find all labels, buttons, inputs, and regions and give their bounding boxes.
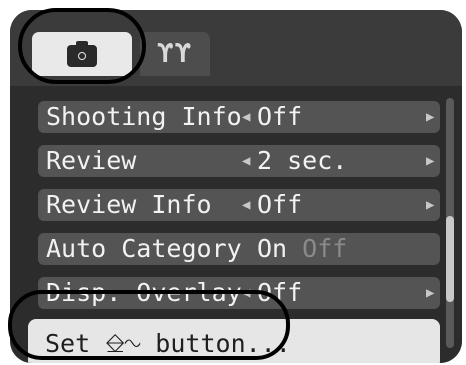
option-on[interactable]: On <box>257 234 287 263</box>
menu-item-value: Off <box>257 102 303 131</box>
menu-item-label: Review Info <box>46 190 212 219</box>
menu-item-review-info[interactable]: Review Info ◀ Off ▶ <box>38 189 440 221</box>
menu-item-auto-category[interactable]: Auto Category On Off <box>38 233 440 265</box>
option-off[interactable]: Off <box>302 234 347 263</box>
right-arrow-icon[interactable]: ▶ <box>426 277 434 309</box>
left-arrow-icon[interactable]: ◀ <box>242 101 250 133</box>
highlight-circle-set-button <box>8 290 290 360</box>
left-arrow-icon[interactable]: ◀ <box>242 145 250 177</box>
menu-item-label: Auto Category <box>46 234 242 263</box>
right-arrow-icon[interactable]: ▶ <box>426 101 434 133</box>
scrollbar-thumb[interactable] <box>446 216 454 302</box>
tab-settings[interactable]: ϒϒ <box>140 32 210 76</box>
settings-tools-icon: ϒϒ <box>157 39 193 69</box>
left-arrow-icon[interactable]: ◀ <box>242 189 250 221</box>
menu-item-label: Review <box>46 146 137 175</box>
menu-item-review[interactable]: Review ◀ 2 sec. ▶ <box>38 145 440 177</box>
right-arrow-icon[interactable]: ▶ <box>426 189 434 221</box>
menu-item-value: On Off <box>257 233 347 265</box>
right-arrow-icon[interactable]: ▶ <box>426 145 434 177</box>
menu-item-value: Off <box>257 190 303 219</box>
menu-item-shooting-info[interactable]: Shooting Info ◀ Off ▶ <box>38 101 440 133</box>
menu-item-label: Shooting Info <box>46 102 242 131</box>
menu-item-value: 2 sec. <box>257 146 348 175</box>
highlight-circle-camera-tab <box>18 8 146 84</box>
